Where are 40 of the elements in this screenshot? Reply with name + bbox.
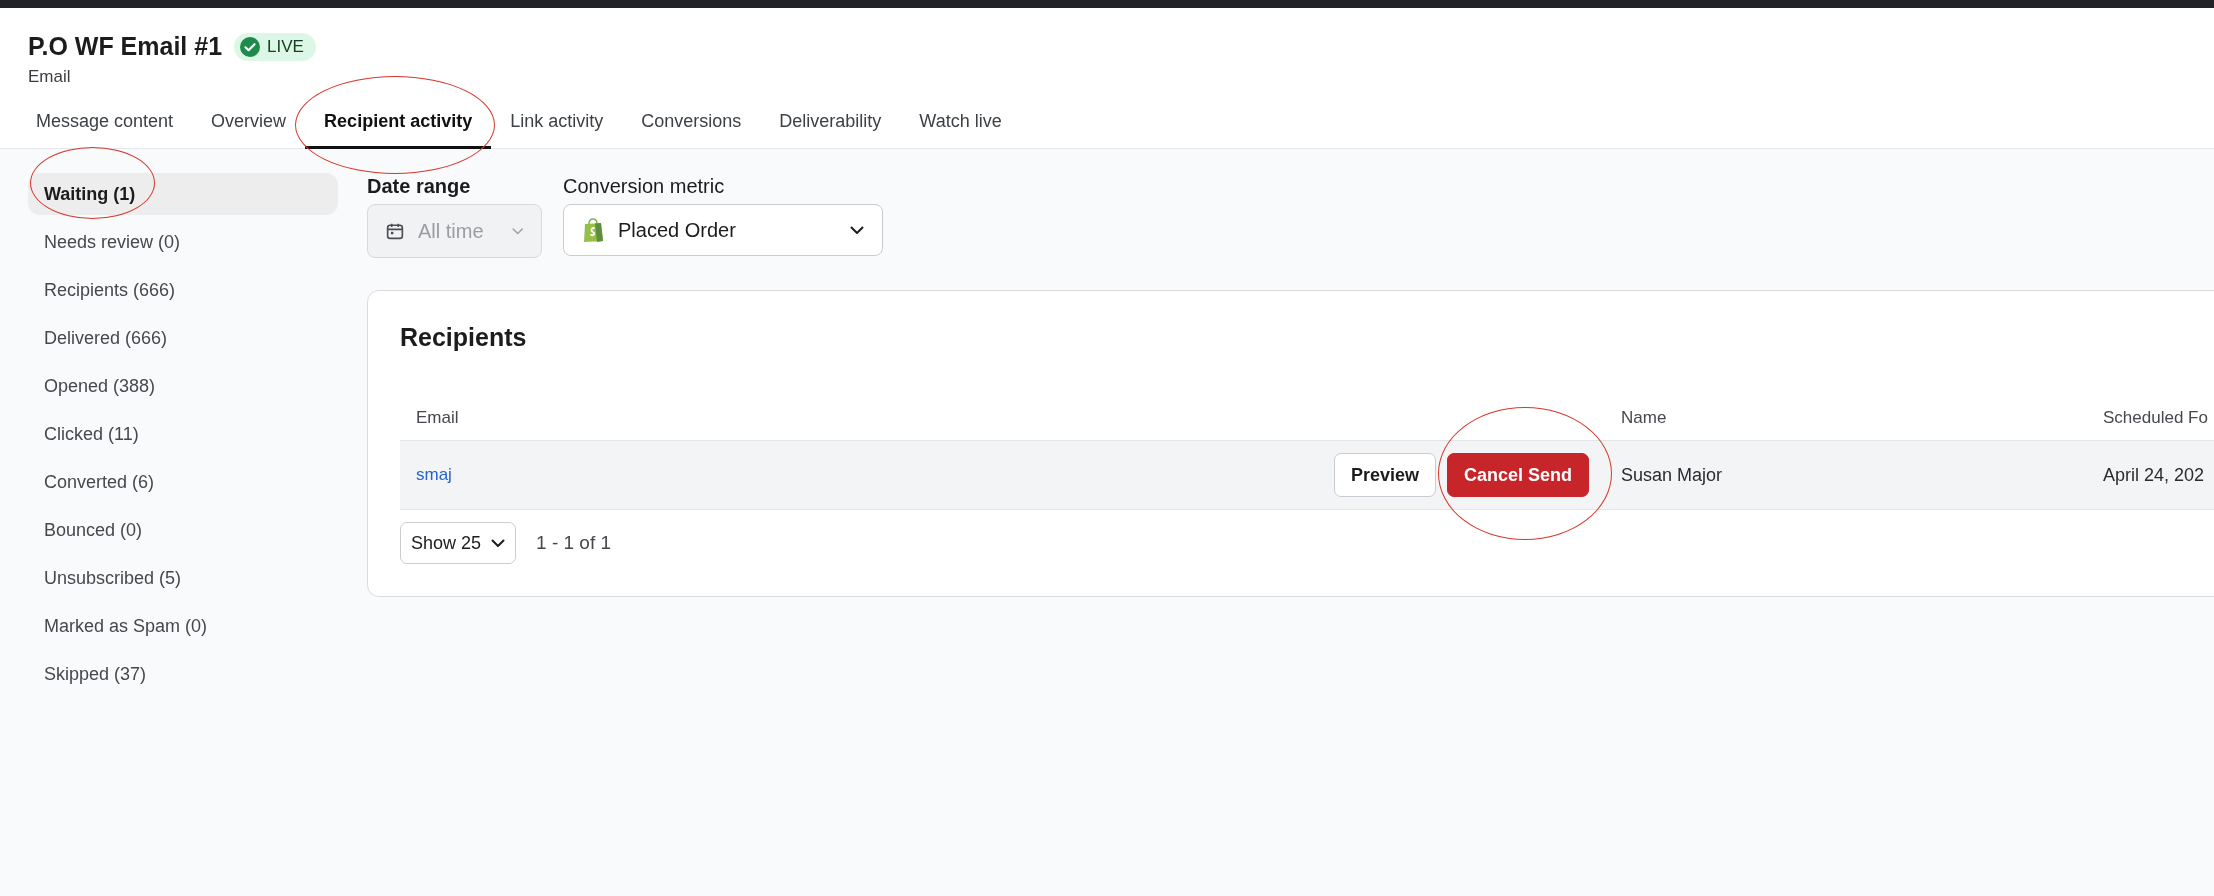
sidebar-item[interactable]: Converted (6)	[28, 461, 338, 503]
sidebar-item[interactable]: Opened (388)	[28, 365, 338, 407]
status-badge: LIVE	[234, 32, 316, 61]
cancel-button[interactable]: Cancel Send	[1446, 453, 1589, 497]
tab[interactable]: Deliverability	[760, 101, 901, 149]
shopping-bag-icon	[582, 217, 604, 243]
sidebar-item[interactable]: Waiting (1)	[28, 173, 338, 215]
page-size-select[interactable]: Show 25	[400, 522, 517, 564]
column-header: Name	[1620, 407, 1668, 429]
sidebar-item[interactable]: Delivered (666)	[28, 317, 338, 359]
sidebar-item[interactable]: Skipped (37)	[28, 653, 338, 695]
card-title: Recipients	[400, 323, 528, 352]
sidebar-item[interactable]: Unsubscribed (5)	[28, 557, 338, 599]
table-cell: Susan Major	[1605, 440, 2087, 510]
tab[interactable]: Recipient activity	[305, 101, 492, 149]
sidebar-item[interactable]: Recipients (666)	[28, 269, 338, 311]
chevron-down-icon	[491, 538, 506, 548]
check-circle-icon	[240, 36, 261, 57]
chevron-down-icon	[511, 226, 523, 236]
dropdown[interactable]: Placed Order	[563, 204, 883, 256]
filter-label: Conversion metric	[563, 175, 726, 198]
tab[interactable]: Overview	[192, 101, 306, 149]
filter-label: Date range	[367, 175, 472, 198]
pagination-range: 1 - 1 of 1	[536, 532, 612, 554]
sidebar-item[interactable]: Needs review (0)	[28, 221, 338, 263]
email-link[interactable]: smaj	[416, 465, 452, 485]
column-header: Email	[415, 407, 460, 429]
tab[interactable]: Message content	[17, 101, 193, 149]
sidebar-item[interactable]: Clicked (11)	[28, 413, 338, 455]
column-header: Scheduled Fo	[2102, 407, 2209, 429]
sidebar-item[interactable]: Bounced (0)	[28, 509, 338, 551]
page-title: P.O WF Email #1	[28, 32, 223, 61]
tab[interactable]: Watch live	[900, 101, 1021, 149]
chevron-down-icon	[850, 225, 864, 235]
tab[interactable]: Link activity	[491, 101, 623, 149]
page-subtitle: Email	[28, 67, 72, 87]
preview-button[interactable]: Preview	[1333, 453, 1436, 497]
sidebar-item[interactable]: Marked as Spam (0)	[28, 605, 338, 647]
tab[interactable]: Conversions	[622, 101, 761, 149]
table-cell: April 24, 202	[2087, 440, 2214, 510]
